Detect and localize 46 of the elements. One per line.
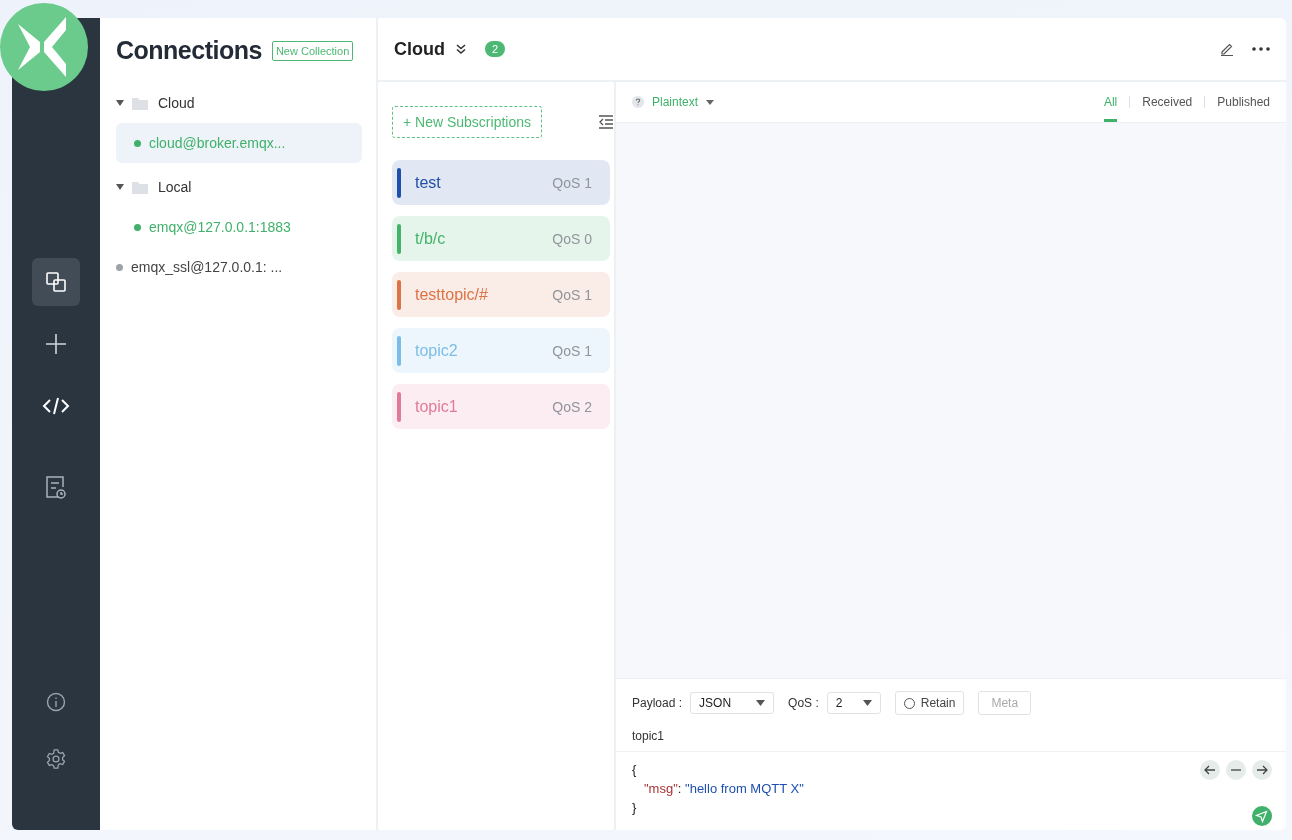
subscription-item[interactable]: testtopic/# QoS 1 bbox=[392, 272, 610, 317]
filter-tab[interactable]: Published bbox=[1217, 82, 1270, 122]
caret-icon[interactable] bbox=[706, 99, 715, 105]
connection-item[interactable]: emqx@127.0.0.1:1883 bbox=[116, 207, 362, 247]
caret-icon[interactable] bbox=[862, 700, 872, 706]
collapse-list-icon[interactable] bbox=[598, 115, 614, 129]
subscription-item[interactable]: t/b/c QoS 0 bbox=[392, 216, 610, 261]
connections-nav-icon[interactable] bbox=[32, 258, 80, 306]
more-icon[interactable] bbox=[1252, 47, 1270, 51]
folder-icon bbox=[132, 96, 148, 110]
connection-item[interactable]: emqx_ssl@127.0.0.1: ... bbox=[116, 255, 362, 279]
qos-select[interactable]: 2 bbox=[826, 692, 881, 714]
caret-icon[interactable] bbox=[116, 184, 124, 190]
subscription-item[interactable]: test QoS 1 bbox=[392, 160, 610, 205]
meta-button[interactable]: Meta bbox=[978, 691, 1032, 715]
payload-type-select[interactable]: JSON bbox=[690, 692, 775, 714]
pencil-icon[interactable] bbox=[1220, 42, 1234, 56]
connection-item[interactable]: cloud@broker.emqx... bbox=[116, 123, 362, 163]
payload-label: Payload : bbox=[632, 696, 683, 710]
format-dropdown[interactable]: Plaintext bbox=[652, 95, 699, 109]
minus-icon[interactable] bbox=[1226, 760, 1246, 780]
info-icon[interactable] bbox=[46, 692, 66, 712]
caret-icon[interactable] bbox=[116, 100, 124, 106]
send-icon[interactable] bbox=[1252, 806, 1272, 826]
folder-icon bbox=[132, 180, 148, 194]
group-name[interactable]: Local bbox=[158, 179, 192, 195]
filter-tab[interactable]: All bbox=[1103, 82, 1118, 122]
filter-tab[interactable]: Received bbox=[1142, 82, 1193, 122]
topic-input[interactable]: topic1 bbox=[616, 715, 1286, 752]
caret-icon[interactable] bbox=[756, 700, 766, 706]
subscription-item[interactable]: topic2 QoS 1 bbox=[392, 328, 610, 373]
retain-toggle[interactable]: Retain bbox=[894, 691, 965, 715]
code-line: { bbox=[632, 761, 638, 779]
panel-title: Connections bbox=[116, 36, 262, 65]
double-chevron-icon[interactable] bbox=[455, 43, 467, 55]
connection-title: Cloud bbox=[394, 38, 445, 60]
qos-label: QoS : bbox=[788, 696, 819, 710]
count-badge: 2 bbox=[485, 41, 506, 57]
new-collection-button[interactable]: New Collection bbox=[271, 40, 354, 61]
group-name[interactable]: Cloud bbox=[158, 95, 195, 111]
help-icon[interactable] bbox=[632, 96, 644, 108]
code-line: } bbox=[632, 799, 638, 817]
subscription-item[interactable]: topic1 QoS 2 bbox=[392, 384, 610, 429]
new-subscription-button[interactable]: + New Subscriptions bbox=[392, 106, 542, 138]
settings-icon[interactable] bbox=[45, 748, 67, 770]
code-line: "msg": "hello from MQTT X" bbox=[643, 780, 804, 798]
